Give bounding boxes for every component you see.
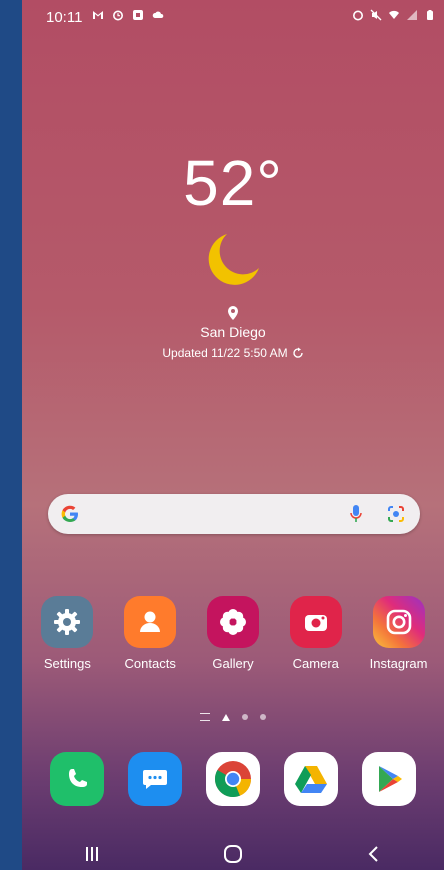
app-label: Instagram: [369, 656, 428, 671]
moon-icon: [208, 234, 259, 285]
app-gallery[interactable]: Gallery: [193, 596, 273, 671]
page-dot: [242, 714, 248, 720]
app-label: Gallery: [212, 656, 254, 671]
app-notification-icon: [133, 10, 143, 20]
drive-icon[interactable]: [284, 752, 338, 806]
home-screen: 10:11 52° San Diego Updated 11/22 5:50 A…: [22, 0, 444, 870]
app-label: Contacts: [124, 656, 176, 671]
alarm-icon: [113, 10, 123, 21]
location-pin-icon: [228, 306, 238, 320]
recents-icon: [86, 847, 99, 861]
weather-updated: Updated 11/22 5:50 AM: [162, 346, 288, 360]
alarm-status-icon: [353, 10, 363, 21]
signal-icon: [407, 10, 417, 20]
home-button[interactable]: [213, 840, 253, 868]
status-time: 10:11: [46, 9, 83, 26]
chrome-icon[interactable]: [206, 752, 260, 806]
app-row: Settings Contacts Gallery Camera Instagr…: [22, 596, 444, 671]
page-dot: [260, 714, 266, 720]
page-indicator[interactable]: [22, 713, 444, 721]
home-page-icon: [222, 713, 230, 721]
dock: [22, 752, 444, 806]
instagram-icon[interactable]: [372, 596, 425, 648]
google-search-bar[interactable]: [48, 494, 420, 534]
app-camera[interactable]: Camera: [276, 596, 356, 671]
gmail-icon: [93, 11, 103, 19]
recents-button[interactable]: [72, 840, 112, 868]
cloud-icon: [152, 11, 164, 18]
home-icon: [223, 845, 242, 863]
mute-icon: [370, 9, 382, 21]
person-icon[interactable]: [124, 596, 177, 648]
page-list-icon: [200, 713, 210, 721]
mic-icon[interactable]: [348, 504, 364, 524]
gear-icon[interactable]: [41, 596, 94, 648]
weather-updated-row: Updated 11/22 5:50 AM: [162, 346, 303, 360]
wifi-icon: [389, 10, 399, 19]
lens-icon[interactable]: [386, 504, 406, 524]
play-store-icon[interactable]: [362, 752, 416, 806]
chat-icon[interactable]: [128, 752, 182, 806]
navigation-bar: [22, 838, 444, 870]
app-label: Settings: [43, 656, 91, 671]
phone-icon[interactable]: [50, 752, 104, 806]
refresh-icon[interactable]: [292, 347, 304, 359]
weather-widget[interactable]: 52° San Diego Updated 11/22 5:50 AM: [22, 148, 444, 362]
weather-city: San Diego: [200, 324, 266, 340]
system-icons: [352, 9, 436, 21]
flower-icon[interactable]: [206, 596, 259, 648]
app-settings[interactable]: Settings: [27, 596, 107, 671]
status-bar: 10:11: [22, 0, 444, 34]
app-contacts[interactable]: Contacts: [110, 596, 190, 671]
battery-icon: [427, 10, 433, 20]
temperature: 52°: [183, 147, 283, 219]
app-label: Camera: [292, 656, 339, 671]
back-button[interactable]: [354, 840, 394, 868]
notification-icons: [92, 9, 164, 21]
google-icon: [61, 505, 78, 522]
back-icon: [368, 846, 378, 862]
camera-icon[interactable]: [289, 596, 342, 648]
app-instagram[interactable]: Instagram: [359, 596, 439, 671]
